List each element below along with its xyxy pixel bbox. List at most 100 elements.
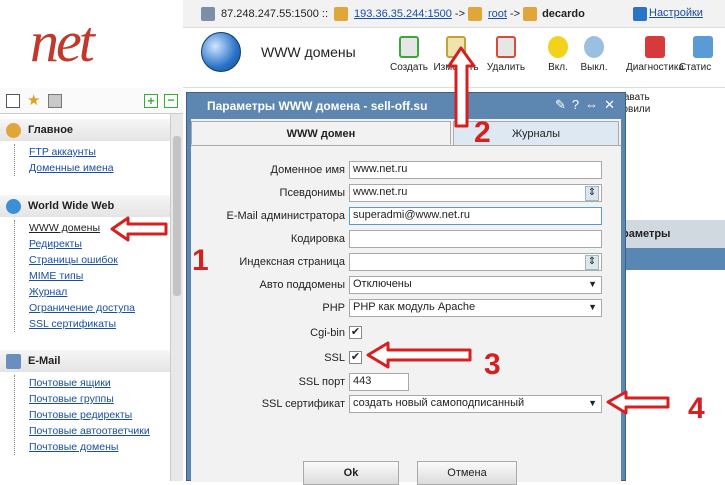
sidebar-toolbar: ★ + − bbox=[0, 88, 183, 114]
ssl-cert-label: SSL сертификат bbox=[261, 398, 345, 410]
sidebar-item-www-domains[interactable]: WWW домены bbox=[27, 220, 170, 236]
sidebar-group-www: World Wide Web WWW домены Редиректы Стра… bbox=[0, 195, 170, 332]
ok-button[interactable]: Ok bbox=[303, 461, 399, 485]
stats-button[interactable]: Статис bbox=[679, 36, 725, 73]
root-user-link[interactable]: root bbox=[488, 8, 507, 20]
arrow-1: -> bbox=[454, 7, 466, 20]
sidebar-item-domain-names[interactable]: Доменные имена bbox=[27, 160, 170, 176]
domain-input[interactable]: www.net.ru bbox=[349, 161, 602, 179]
sidebar-item-ssl[interactable]: SSL сертификаты bbox=[27, 316, 170, 332]
sidebar-scrollbar[interactable] bbox=[170, 114, 183, 481]
info-bar: 87.248.247.55:1500 :: 193.36.35.244:1500… bbox=[183, 0, 725, 28]
pin-icon[interactable]: ✎ bbox=[555, 97, 566, 112]
list-icon[interactable] bbox=[6, 94, 20, 108]
sidebar-item-mime[interactable]: MIME типы bbox=[27, 268, 170, 284]
remote-ip-link[interactable]: 193.36.35.244:1500 bbox=[354, 8, 452, 20]
behind-area bbox=[618, 270, 725, 481]
row-autosub: Авто поддомены Отключены bbox=[191, 276, 621, 296]
row-domain: Доменное имя www.net.ru bbox=[191, 161, 621, 181]
cgi-checkbox[interactable]: ✔ bbox=[349, 326, 362, 339]
sidebar-items: Почтовые ящики Почтовые группы Почтовые … bbox=[14, 375, 170, 455]
server-icon bbox=[201, 6, 215, 21]
row-ssl: SSL ✔ bbox=[191, 349, 621, 369]
user-icon bbox=[523, 6, 538, 21]
group-title: Главное bbox=[28, 124, 74, 136]
settings-link[interactable]: Настройки bbox=[649, 7, 703, 19]
sidebar: Главное FTP аккаунты Доменные имена Worl… bbox=[0, 114, 170, 481]
sidebar-item-redirects[interactable]: Редиректы bbox=[27, 236, 170, 252]
row-php: PHP PHP как модуль Apache bbox=[191, 299, 621, 319]
behind-row[interactable] bbox=[618, 248, 725, 270]
behind-header: раметры bbox=[618, 220, 725, 248]
logo-text: net bbox=[30, 9, 95, 74]
collapse-all-icon[interactable]: − bbox=[164, 94, 178, 108]
domain-params-dialog: Параметры WWW домена - sell-off.su ✎? ⇔ ✕ … bbox=[186, 92, 626, 485]
annotation-number-4: 4 bbox=[688, 392, 705, 425]
disable-label: Выкл. bbox=[580, 62, 608, 73]
expand-all-icon[interactable]: + bbox=[144, 94, 158, 108]
disable-button[interactable]: Выкл. bbox=[564, 36, 624, 73]
sidebar-item-mail-redirects[interactable]: Почтовые редиректы bbox=[27, 407, 170, 423]
close-icon[interactable]: ✕ bbox=[604, 97, 615, 112]
scrollbar-thumb[interactable] bbox=[173, 136, 181, 296]
briefcase-icon[interactable] bbox=[48, 94, 62, 108]
monitor-icon bbox=[633, 7, 647, 21]
edit-label: Изменить bbox=[433, 62, 479, 73]
charset-input[interactable] bbox=[349, 230, 602, 248]
ssl-port-label: SSL порт bbox=[298, 376, 345, 388]
sidebar-item-autoresponders[interactable]: Почтовые автоответчики bbox=[27, 423, 170, 439]
sidebar-item-access[interactable]: Ограничение доступа bbox=[27, 300, 170, 316]
sidebar-item-mailboxes[interactable]: Почтовые ящики bbox=[27, 375, 170, 391]
page-title: WWW домены bbox=[261, 44, 356, 60]
globe-icon bbox=[201, 32, 241, 72]
sidebar-group-main: Главное FTP аккаунты Доменные имена bbox=[0, 119, 170, 176]
diagnostics-button[interactable]: Диагностика bbox=[625, 36, 685, 73]
delete-label: Удалить bbox=[486, 62, 526, 73]
sidebar-item-error-pages[interactable]: Страницы ошибок bbox=[27, 252, 170, 268]
annotation-number-1: 1 bbox=[192, 244, 209, 277]
row-email: E-Mail администратора superadmi@www.net.… bbox=[191, 207, 621, 227]
sidebar-item-log[interactable]: Журнал bbox=[27, 284, 170, 300]
ssl-port-input[interactable]: 443 bbox=[349, 373, 409, 391]
bulb-off-icon bbox=[584, 36, 604, 58]
sidebar-group-header[interactable]: Главное bbox=[0, 119, 170, 141]
home-icon bbox=[6, 123, 21, 138]
dialog-title: Параметры WWW домена - sell-off.su bbox=[207, 99, 428, 113]
cancel-button[interactable]: Отмена bbox=[417, 461, 517, 485]
row-charset: Кодировка bbox=[191, 230, 621, 250]
email-input[interactable]: superadmi@www.net.ru bbox=[349, 207, 602, 225]
sidebar-group-header[interactable]: World Wide Web bbox=[0, 195, 170, 217]
php-select[interactable]: PHP как модуль Apache bbox=[349, 299, 602, 317]
sidebar-item-ftp[interactable]: FTP аккаунты bbox=[27, 144, 170, 160]
delete-icon bbox=[496, 36, 516, 58]
content-behind: давать товили раметры bbox=[618, 88, 725, 481]
alias-input[interactable]: www.net.ru bbox=[349, 184, 602, 202]
tab-www-domain[interactable]: WWW домен bbox=[191, 121, 451, 145]
php-label: PHP bbox=[322, 302, 345, 314]
row-ssl-port: SSL порт 443 bbox=[191, 373, 621, 393]
sidebar-items: WWW домены Редиректы Страницы ошибок MIM… bbox=[14, 220, 170, 332]
autosub-label: Авто поддомены bbox=[259, 279, 345, 291]
star-icon[interactable]: ★ bbox=[27, 93, 41, 108]
resize-icon[interactable]: ⇔ bbox=[585, 97, 598, 112]
index-label: Индексная страница bbox=[239, 256, 345, 268]
sidebar-item-mail-domains[interactable]: Почтовые домены bbox=[27, 439, 170, 455]
user-icon bbox=[468, 6, 483, 21]
toolbar: WWW домены Создать Изменить Удалить Вкл.… bbox=[183, 28, 725, 88]
group-title: World Wide Web bbox=[28, 200, 115, 212]
autosub-select[interactable]: Отключены bbox=[349, 276, 602, 294]
edit-icon bbox=[446, 36, 466, 58]
mail-icon bbox=[6, 354, 21, 369]
sidebar-item-mail-groups[interactable]: Почтовые группы bbox=[27, 391, 170, 407]
server-ip: 87.248.247.55:1500 :: bbox=[221, 7, 329, 20]
group-title: E-Mail bbox=[28, 355, 61, 367]
sidebar-group-header[interactable]: E-Mail bbox=[0, 350, 170, 372]
ssl-checkbox[interactable]: ✔ bbox=[349, 351, 362, 364]
ssl-cert-select[interactable]: создать новый самоподписанный bbox=[349, 395, 602, 413]
help-icon[interactable]: ? bbox=[572, 97, 579, 112]
diagnostics-label: Диагностика bbox=[626, 62, 684, 73]
row-index: Индексная страница bbox=[191, 253, 621, 273]
current-user: decardo bbox=[542, 7, 585, 20]
delete-button[interactable]: Удалить bbox=[476, 36, 536, 73]
index-input[interactable] bbox=[349, 253, 602, 271]
